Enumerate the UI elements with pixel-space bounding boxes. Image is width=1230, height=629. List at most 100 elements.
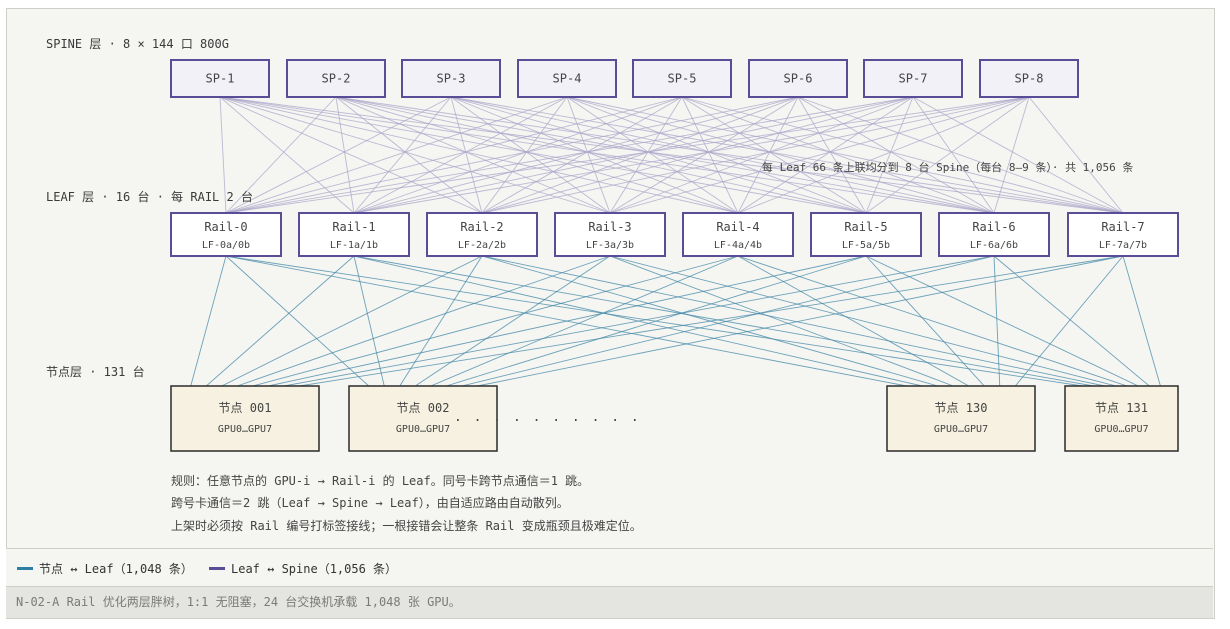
rail-leaf-group: Rail-6 LF-6a/6b [938, 212, 1050, 257]
link-node1-rail0 [225, 255, 370, 387]
rail-leaf-group: Rail-4 LF-4a/4b [682, 212, 794, 257]
legend-leaf-spine: Leaf ↔ Spine（1,056 条） [209, 560, 397, 577]
legend-node-leaf-label: 节点 ↔ Leaf（1,048 条） [39, 562, 193, 576]
spine-switch-label: SP-1 [206, 72, 235, 86]
spine-switch-label: SP-6 [784, 72, 813, 86]
link-sp5-rail7 [681, 96, 1124, 214]
rail-name: Rail-3 [588, 220, 631, 234]
compute-nodes: 节点 001 GPU0…GPU7 节点 002 GPU0…GPU7 节点 130 GPU0… [170, 385, 1179, 452]
spine-switch: SP-8 [979, 59, 1079, 98]
caption-text: N-02-A Rail 优化两层胖树，1:1 无阻塞，24 台交换机承载 1,0… [16, 595, 461, 609]
link-sp4-rail3 [566, 96, 611, 214]
node-name: 节点 001 [219, 401, 272, 415]
link-node0-rail1 [205, 255, 355, 387]
link-sp1-rail4 [219, 96, 739, 214]
spine-switch: SP-5 [632, 59, 732, 98]
link-node3-rail1 [353, 255, 1094, 387]
legend-node-leaf: 节点 ↔ Leaf（1,048 条） [17, 560, 193, 577]
link-sp7-rail7 [912, 96, 1124, 214]
link-sp8-rail0 [225, 96, 1030, 214]
rail-name: Rail-5 [844, 220, 887, 234]
node-name: 节点 002 [397, 401, 450, 415]
link-node1-rail6 [461, 255, 995, 387]
rail-leaf-ids: LF-3a/3b [586, 240, 634, 251]
rail-leaf-ids: LF-6a/6b [970, 240, 1018, 251]
rail-leaf-ids: LF-4a/4b [714, 240, 762, 251]
rule-line-3: 上架时必须按 Rail 编号打标签接线；一根接错会让整条 Rail 变成瓶颈且极… [171, 518, 642, 533]
spine-switch-label: SP-2 [322, 72, 351, 86]
link-sp7-rail4 [737, 96, 914, 214]
spine-switch-label: SP-3 [437, 72, 466, 86]
rail-leaf-ids: LF-1a/1b [330, 240, 378, 251]
spine-switch-label: SP-7 [899, 72, 928, 86]
spine-switch-label: SP-8 [1015, 72, 1044, 86]
link-sp8-rail7 [1028, 96, 1124, 214]
link-node1-rail4 [430, 255, 739, 387]
diagram-frame: SPINE 层 · 8 × 144 口 800G LEAF 层 · 16 台 ·… [6, 8, 1215, 619]
spine-switches: SP-1 SP-2 SP-3 SP-4 SP-5 SP-6 SP-7 SP-8 [170, 59, 1079, 98]
rail-name: Rail-0 [204, 220, 247, 234]
spine-switch: SP-2 [286, 59, 386, 98]
spine-switch: SP-7 [863, 59, 963, 98]
node-name: 节点 130 [935, 401, 988, 415]
link-sp1-rail6 [219, 96, 995, 214]
link-node2-rail0 [225, 255, 907, 387]
node-gpus: GPU0…GPU7 [934, 424, 988, 435]
link-node2-rail2 [481, 255, 938, 387]
spine-switch-label: SP-4 [553, 72, 582, 86]
node-name: 节点 131 [1095, 401, 1148, 415]
rail-leaf-ids: LF-7a/7b [1099, 240, 1147, 251]
legend-node-leaf-swatch [17, 567, 33, 570]
leaf-layer-label: LEAF 层 · 16 台 · 每 RAIL 2 台 [46, 189, 253, 204]
rail-leaf-group: Rail-7 LF-7a/7b [1067, 212, 1179, 257]
rail-leaf-group: Rail-5 LF-5a/5b [810, 212, 922, 257]
spine-switch: SP-4 [517, 59, 617, 98]
node-ellipsis: . . . . . . . . . . [454, 410, 641, 425]
compute-node-box [886, 385, 1036, 452]
link-node3-rail7 [1122, 255, 1161, 387]
compute-node-box [170, 385, 320, 452]
rail-name: Rail-7 [1101, 220, 1144, 234]
link-sp6-rail2 [481, 96, 799, 214]
spine-switch: SP-3 [401, 59, 501, 98]
topology-diagram: SPINE 层 · 8 × 144 口 800G LEAF 层 · 16 台 ·… [46, 37, 1179, 533]
link-sp4-rail7 [566, 96, 1124, 214]
legend: 节点 ↔ Leaf（1,048 条） Leaf ↔ Spine（1,056 条） [6, 548, 1213, 586]
link-node2-rail3 [609, 255, 954, 387]
compute-node: 节点 130 GPU0…GPU7 [886, 385, 1036, 452]
spine-switch: SP-6 [748, 59, 848, 98]
figure-caption: N-02-A Rail 优化两层胖树，1:1 无阻塞，24 台交换机承载 1,0… [6, 586, 1213, 618]
rail-leaf-ids: LF-2a/2b [458, 240, 506, 251]
compute-node-box [1064, 385, 1179, 452]
rail-leaf-ids: LF-5a/5b [842, 240, 890, 251]
rail-name: Rail-4 [716, 220, 759, 234]
legend-leaf-spine-swatch [209, 567, 225, 570]
link-node3-rail3 [609, 255, 1117, 387]
link-node2-rail5 [865, 255, 985, 387]
leaf-spine-links [219, 96, 1124, 214]
rail-name: Rail-2 [460, 220, 503, 234]
rail-leaf-group: Rail-1 LF-1a/1b [298, 212, 410, 257]
compute-node: 节点 001 GPU0…GPU7 [170, 385, 320, 452]
rail-name: Rail-6 [972, 220, 1015, 234]
leaf-switches: Rail-0 LF-0a/0b Rail-1 LF-1a/1b Rail-2 LF-2a/… [170, 212, 1179, 257]
rail-leaf-ids: LF-0a/0b [202, 240, 250, 251]
link-node0-rail4 [252, 255, 739, 387]
link-node3-rail0 [225, 255, 1083, 387]
rail-leaf-group: Rail-3 LF-3a/3b [554, 212, 666, 257]
rule-line-2: 跨号卡通信＝2 跳（Leaf → Spine → Leaf），由自适应路由自动散… [171, 495, 569, 510]
link-sp3-rail4 [450, 96, 739, 214]
node-gpus: GPU0…GPU7 [396, 424, 450, 435]
link-sp7-rail2 [481, 96, 914, 214]
link-sp7-rail3 [609, 96, 914, 214]
rule-line-1: 规则：任意节点的 GPU-i → Rail-i 的 Leaf。同号卡跨节点通信＝… [171, 473, 589, 488]
compute-node: 节点 131 GPU0…GPU7 [1064, 385, 1179, 452]
node-gpus: GPU0…GPU7 [1094, 424, 1148, 435]
rail-leaf-group: Rail-0 LF-0a/0b [170, 212, 282, 257]
spine-switch: SP-1 [170, 59, 270, 98]
link-node1-rail3 [415, 255, 611, 387]
node-layer-label: 节点层 · 131 台 [46, 364, 145, 379]
link-node2-rail1 [353, 255, 923, 387]
link-node0-rail0 [190, 255, 227, 387]
rail-name: Rail-1 [332, 220, 375, 234]
